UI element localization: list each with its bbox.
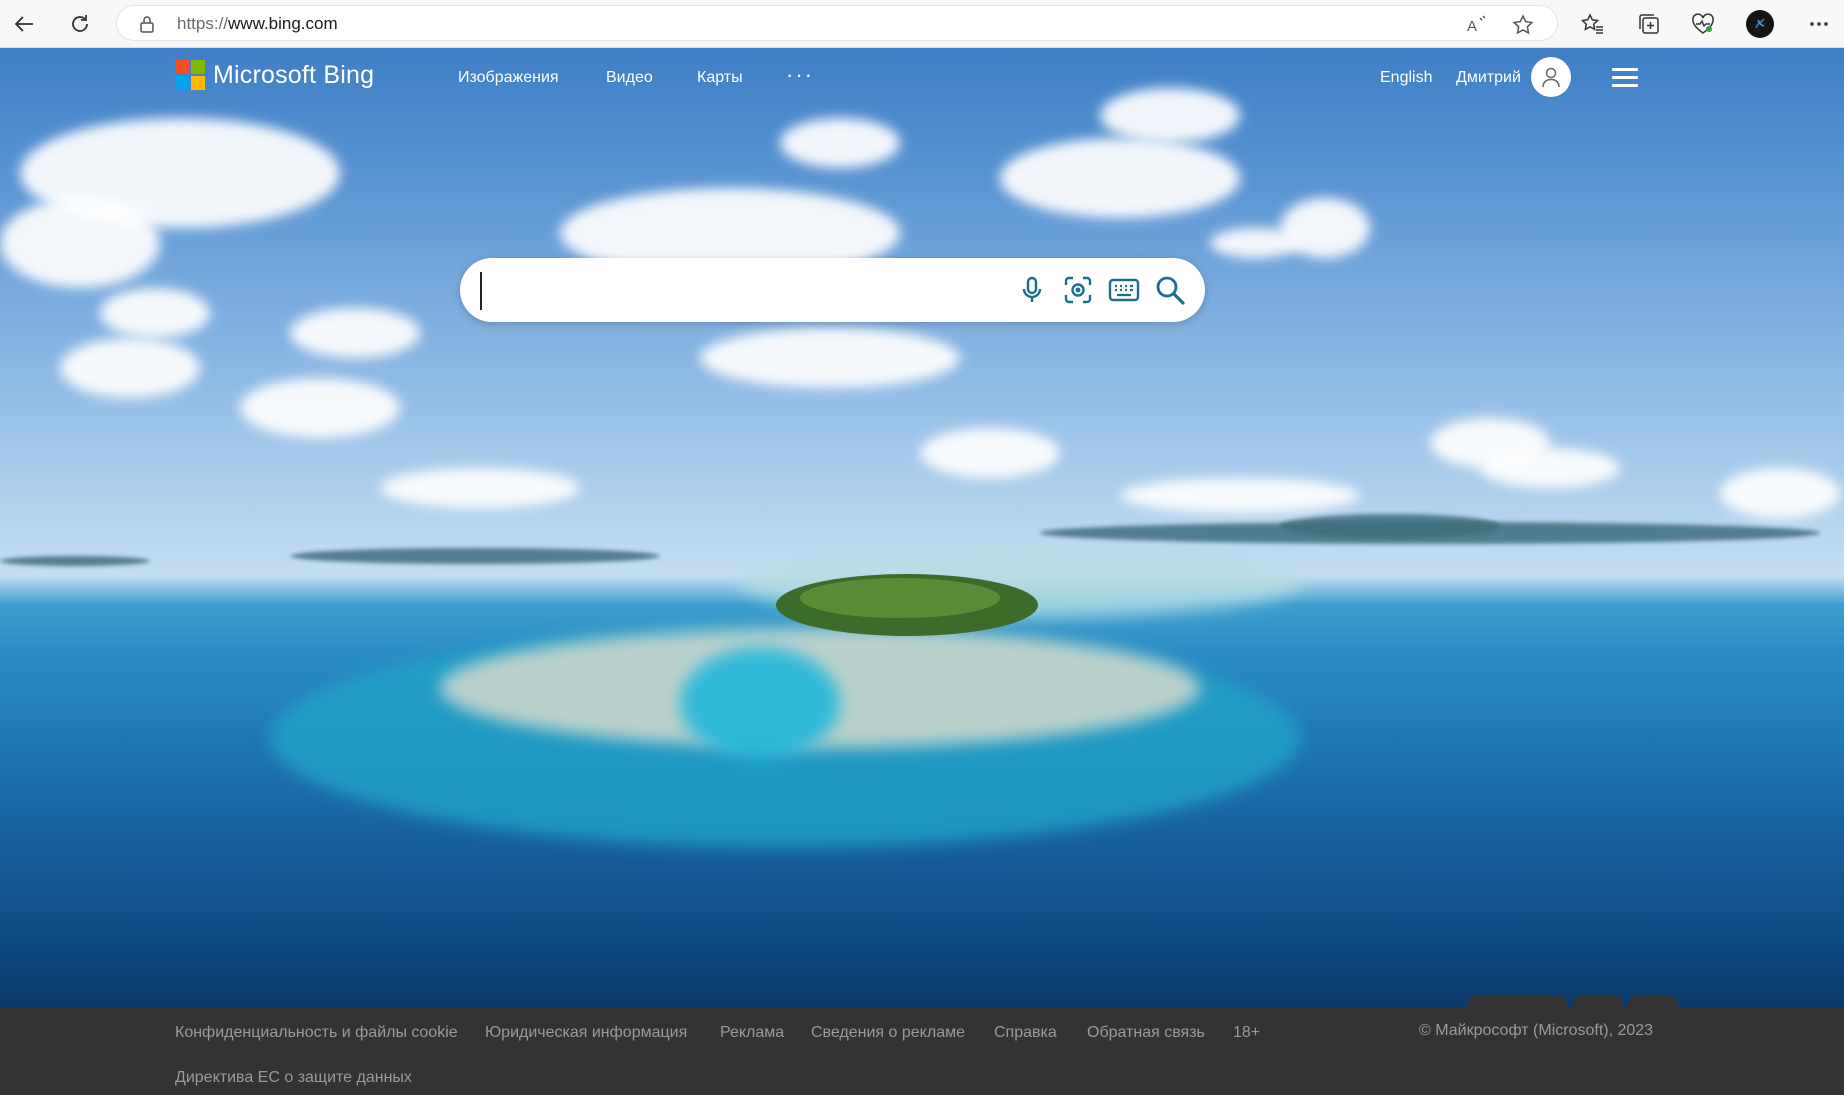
address-bar[interactable]: https://www.bing.com A: [116, 5, 1558, 41]
lock-icon[interactable]: [139, 15, 155, 38]
profile-button[interactable]: [1745, 9, 1775, 39]
footer-tab[interactable]: [1467, 996, 1567, 1008]
footer-link-legal[interactable]: Юридическая информация: [485, 1024, 687, 1042]
copyright: © Майкрософт (Microsoft), 2023: [1419, 1022, 1654, 1039]
svg-text:A: A: [1467, 18, 1477, 35]
language-switch[interactable]: English: [1380, 69, 1432, 87]
health-icon[interactable]: [1688, 9, 1718, 39]
visual-search-icon[interactable]: [1060, 272, 1096, 308]
footer-link-about-ads[interactable]: Сведения о рекламе: [811, 1024, 965, 1042]
search-icon[interactable]: [1152, 272, 1188, 308]
footer-link-eu-data[interactable]: Директива ЕС о защите данных: [175, 1069, 412, 1087]
search-input[interactable]: [480, 272, 1010, 310]
refresh-icon: [72, 15, 88, 32]
refresh-button[interactable]: [64, 8, 96, 40]
hamburger-menu-button[interactable]: [1612, 68, 1638, 88]
favorite-star-icon[interactable]: [1511, 13, 1535, 37]
search-box: [460, 258, 1205, 322]
browser-toolbar: https://www.bing.com A: [0, 0, 1844, 48]
microsoft-logo-icon: [175, 60, 205, 90]
keyboard-icon[interactable]: [1106, 272, 1142, 308]
avatar[interactable]: [1531, 57, 1571, 97]
url-host: www.bing.com: [228, 14, 338, 33]
footer-tab[interactable]: [1628, 996, 1678, 1008]
back-icon: [14, 16, 33, 32]
more-icon[interactable]: [1804, 9, 1834, 39]
microphone-icon[interactable]: [1014, 272, 1050, 308]
profile-icon: [1746, 10, 1774, 38]
nav-more-button[interactable]: ···: [786, 62, 814, 88]
top-navigation: Microsoft Bing Изображения Видео Карты ·…: [0, 48, 1844, 108]
url-scheme: https://: [177, 14, 229, 33]
footer-tab[interactable]: [1573, 996, 1623, 1008]
bing-logo[interactable]: Microsoft Bing: [175, 60, 374, 90]
bing-homepage: Microsoft Bing Изображения Видео Карты ·…: [0, 48, 1844, 1008]
collections-icon[interactable]: [1634, 9, 1664, 39]
footer: Конфиденциальность и файлы cookie Юридич…: [0, 996, 1844, 1095]
footer-link-advertise[interactable]: Реклама: [720, 1024, 784, 1042]
favorites-icon[interactable]: [1578, 9, 1608, 39]
read-aloud-icon[interactable]: A: [1465, 13, 1489, 37]
hamburger-icon: [1612, 68, 1638, 87]
footer-link-privacy[interactable]: Конфиденциальность и файлы cookie: [175, 1024, 458, 1042]
user-icon: [1542, 67, 1560, 88]
footer-link-18plus[interactable]: 18+: [1233, 1024, 1260, 1042]
footer-link-help[interactable]: Справка: [994, 1024, 1057, 1042]
nav-link-video[interactable]: Видео: [606, 69, 653, 87]
brand-name: Microsoft Bing: [213, 60, 375, 89]
user-name[interactable]: Дмитрий: [1456, 69, 1521, 87]
nav-link-maps[interactable]: Карты: [697, 69, 743, 87]
footer-link-feedback[interactable]: Обратная связь: [1087, 1024, 1205, 1042]
nav-link-images[interactable]: Изображения: [458, 69, 559, 87]
back-button[interactable]: [8, 8, 40, 40]
url-text[interactable]: https://www.bing.com: [177, 14, 338, 34]
